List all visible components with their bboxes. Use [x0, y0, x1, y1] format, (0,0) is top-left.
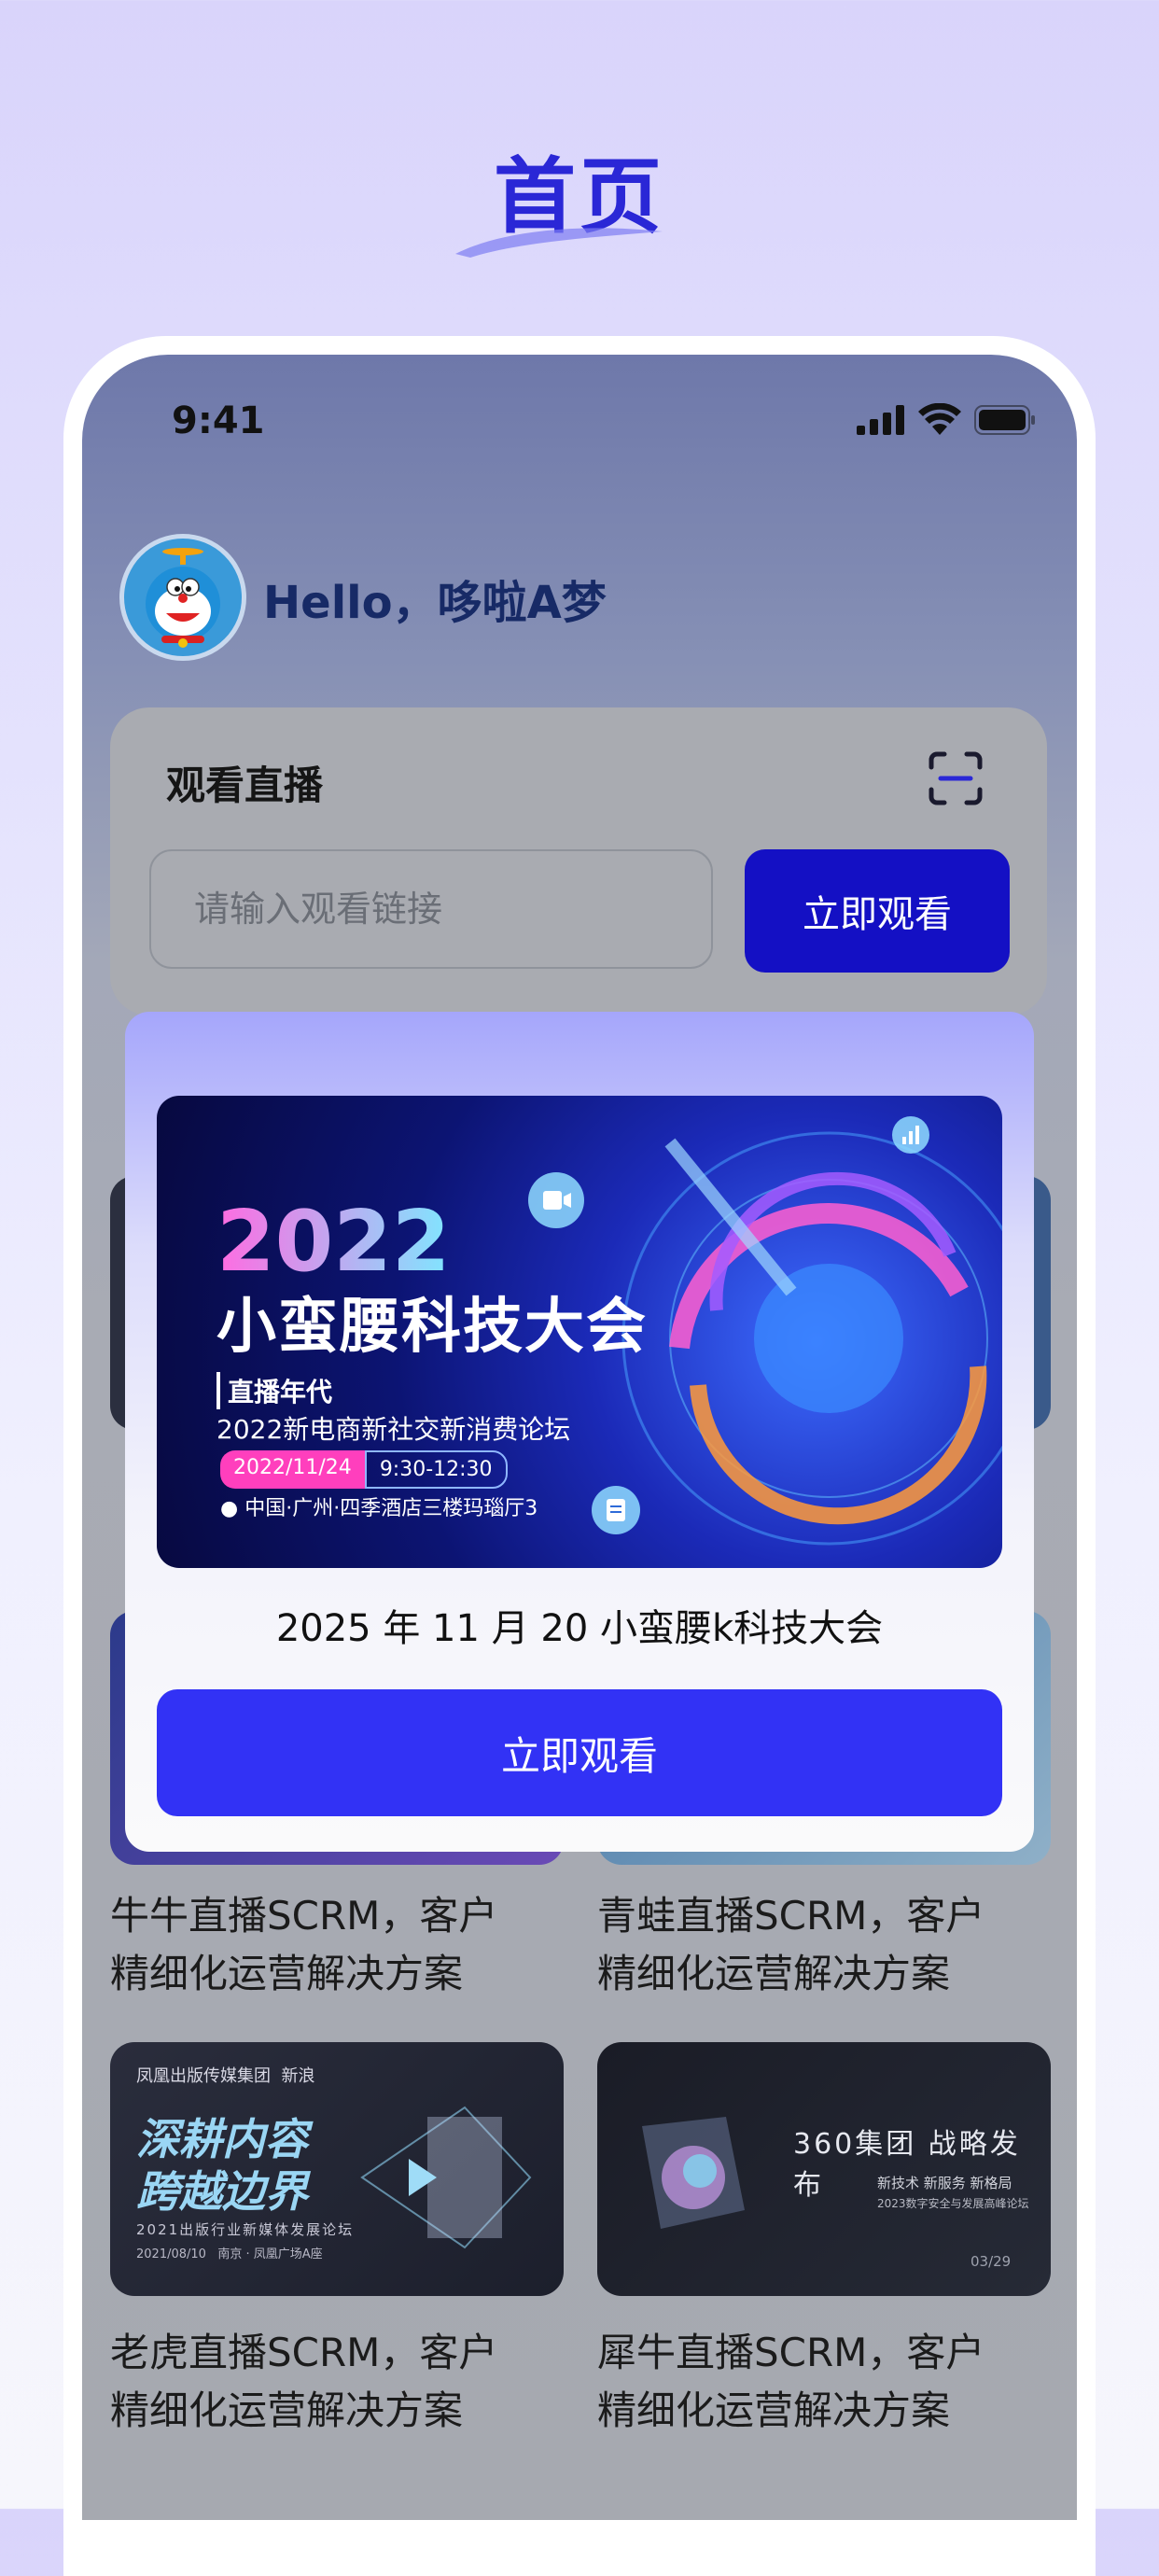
greeting-text: Hello，哆啦A梦: [263, 577, 607, 629]
phone-screen: 9:41 Hello，哆啦A梦 观看直播 请输入观看链接 立即观看 牛牛直播SC…: [82, 355, 1077, 2520]
grid-caption-1[interactable]: 牛牛直播SCRM，客户 精细化运营解决方案: [110, 1887, 577, 2003]
event-modal: 2022 小蛮腰科技大会 直播年代 2022新电商新社交新消费论坛 2022/1…: [125, 1012, 1034, 1852]
grid-caption-line1: 犀牛直播SCRM，客户: [597, 2330, 985, 2375]
grid-caption-3[interactable]: 老虎直播SCRM，客户 精细化运营解决方案: [110, 2324, 577, 2440]
video-icon: [528, 1172, 584, 1228]
thumb-subtitle: 2021出版行业新媒体发展论坛: [136, 2221, 355, 2238]
banner-venue: ● 中国·广州·四季酒店三楼玛瑙厅3: [220, 1497, 538, 1520]
banner-forum: 2022新电商新社交新消费论坛: [216, 1414, 571, 1445]
banner-date: 2022/11/24: [220, 1450, 365, 1489]
cube-graphic: [642, 2117, 745, 2229]
status-icons: [857, 403, 1036, 435]
banner-title: 小蛮腰科技大会: [216, 1293, 648, 1362]
banner-date-time: 2022/11/24 9:30-12:30: [220, 1450, 508, 1489]
thumb-360-sub: 新技术 新服务 新格局: [877, 2175, 1012, 2191]
grid-thumb-6[interactable]: 360集团 战略发布 新技术 新服务 新格局 2023数字安全与发展高峰论坛 0…: [597, 2042, 1051, 2296]
banner-year: 2022: [216, 1193, 451, 1291]
location-icon: ●: [220, 1497, 239, 1520]
watch-now-button[interactable]: 立即观看: [745, 849, 1010, 973]
grid-caption-line1: 青蛙直播SCRM，客户: [597, 1893, 985, 1939]
grid-caption-line2: 精细化运营解决方案: [110, 2387, 464, 2433]
status-time: 9:41: [172, 399, 265, 442]
modal-watch-now-button[interactable]: 立即观看: [157, 1689, 1002, 1816]
wifi-icon: [918, 403, 961, 435]
thumb-meta: 2021/08/10 南京 · 凤凰广场A座: [136, 2247, 323, 2261]
watch-live-title: 观看直播: [166, 763, 324, 808]
thumb-360-sub2: 2023数字安全与发展高峰论坛: [877, 2197, 1029, 2210]
signal-icon: [857, 405, 904, 435]
grid-thumb-5[interactable]: 凤凰出版传媒集团 新浪 深耕内容 跨越边界 2021出版行业新媒体发展论坛 20…: [110, 2042, 564, 2296]
grid-caption-line2: 精细化运营解决方案: [597, 2387, 951, 2433]
document-icon: [592, 1486, 640, 1534]
thumb-brand: 凤凰出版传媒集团 新浪: [136, 2066, 315, 2086]
grid-caption-4[interactable]: 犀牛直播SCRM，客户 精细化运营解决方案: [597, 2324, 1064, 2440]
play-icon: [360, 2106, 532, 2249]
event-title: 2025 年 11 月 20 小蛮腰k科技大会: [275, 1607, 884, 1650]
grid-caption-line2: 精细化运营解决方案: [110, 1951, 464, 1996]
event-banner[interactable]: 2022 小蛮腰科技大会 直播年代 2022新电商新社交新消费论坛 2022/1…: [157, 1096, 1002, 1568]
watch-link-input[interactable]: [149, 849, 713, 969]
grid-caption-2[interactable]: 青蛙直播SCRM，客户 精细化运营解决方案: [597, 1887, 1064, 2003]
chart-icon: [892, 1116, 929, 1154]
heading-underline-decoration: [455, 228, 663, 258]
banner-tagline: 直播年代: [216, 1372, 332, 1409]
grid-caption-line2: 精细化运营解决方案: [597, 1951, 951, 1996]
grid-caption-line1: 老虎直播SCRM，客户: [110, 2330, 498, 2375]
watch-live-card: 观看直播 立即观看: [110, 707, 1047, 1015]
avatar[interactable]: [119, 534, 246, 661]
avatar-character-icon: [146, 548, 220, 648]
battery-icon: [974, 405, 1035, 435]
thumb-360-date: 03/29: [970, 2253, 1012, 2270]
scan-icon[interactable]: [928, 750, 984, 806]
banner-time: 9:30-12:30: [364, 1450, 508, 1489]
grid-caption-line1: 牛牛直播SCRM，客户: [110, 1893, 498, 1939]
thumb-headline-2: 跨越边界: [136, 2166, 308, 2217]
